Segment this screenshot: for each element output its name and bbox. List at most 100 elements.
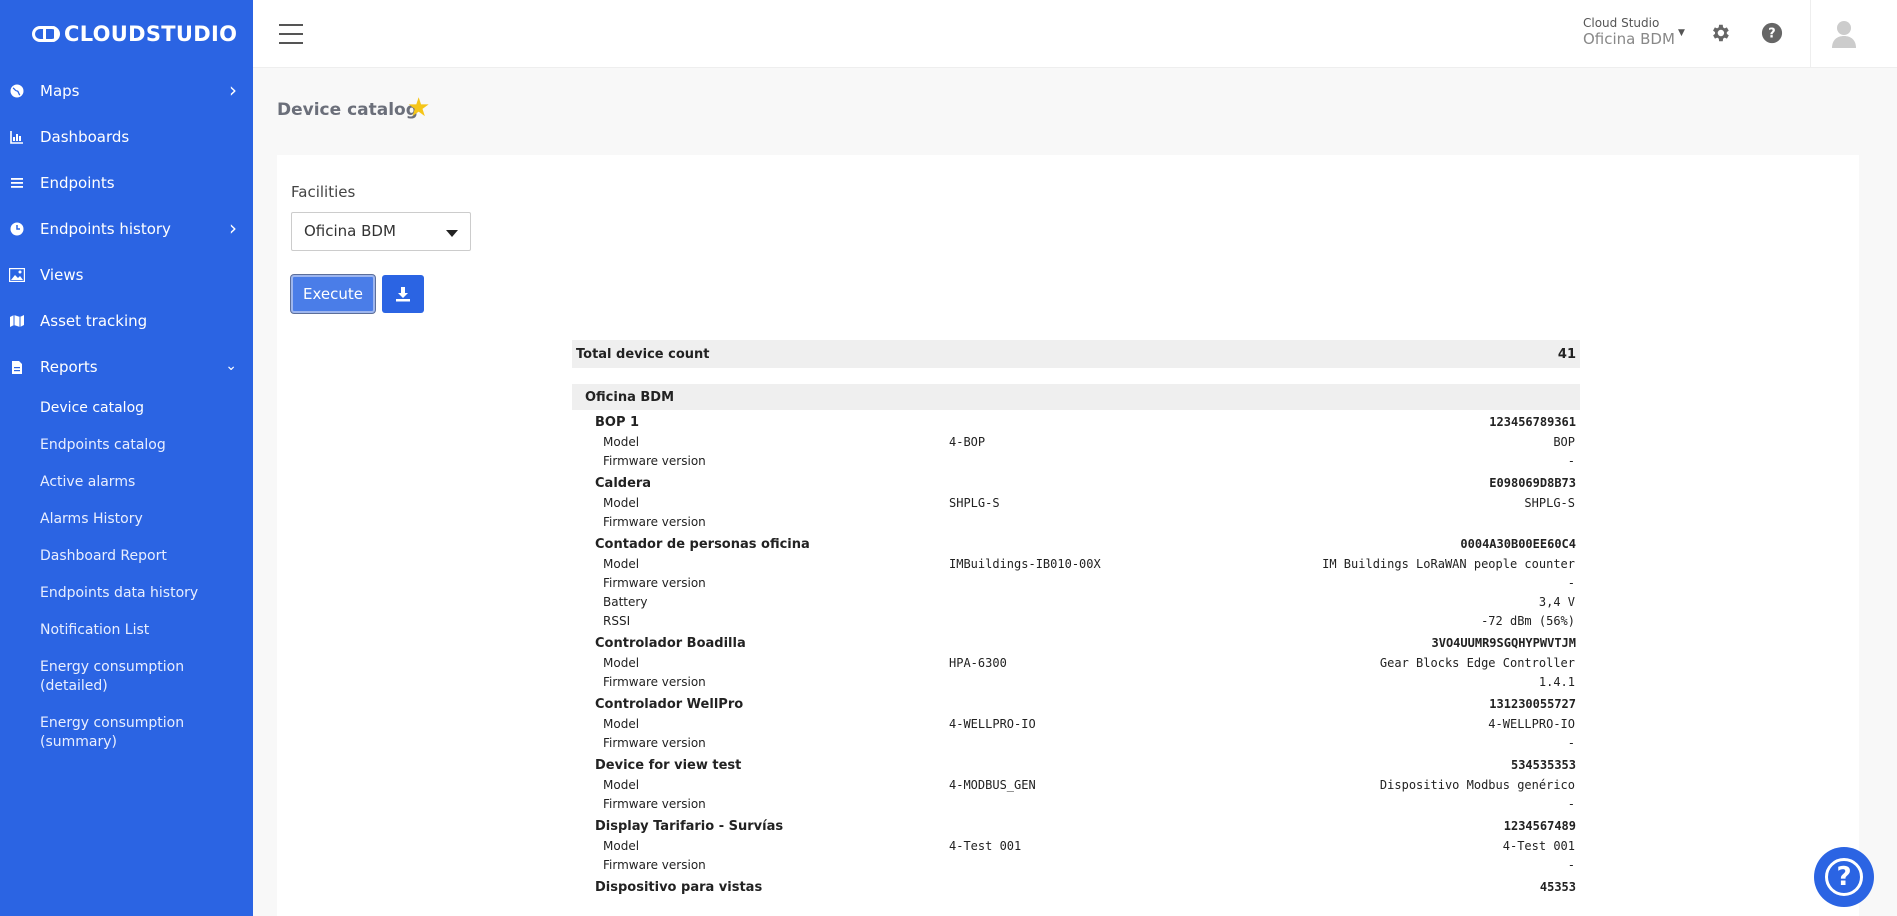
facility-select[interactable]: Oficina BDM [291, 212, 471, 251]
device-row: Caldera E098069D8B73 [572, 473, 1580, 493]
chart-icon [8, 128, 26, 146]
device-attribute-row: RSSI -72 dBm (56%) [572, 611, 1580, 630]
attribute-code: 4-WELLPRO-IO [949, 716, 1036, 731]
attribute-value: BOP [1553, 434, 1575, 449]
attribute-value: 4-Test 001 [1502, 838, 1575, 853]
device-name: Caldera [595, 475, 652, 491]
org-name-label: Oficina BDM [1583, 30, 1675, 48]
submenu-item-device-catalog[interactable]: Device catalog [0, 390, 253, 427]
sidebar-item-maps[interactable]: Maps › [0, 68, 253, 114]
reports-submenu: Device catalog Endpoints catalog Active al… [0, 390, 253, 761]
device-name: Contador de personas oficina [595, 536, 810, 552]
caret-down-icon: ▼ [1678, 28, 1685, 38]
attribute-name: Firmware version [603, 674, 706, 689]
org-parent-label: Cloud Studio [1583, 16, 1660, 30]
device-name: Device for view test [595, 757, 742, 773]
submenu-item-energy-consumption-summary[interactable]: Energy consumption (summary) [0, 705, 253, 761]
attribute-value: - [1567, 453, 1575, 468]
chevron-right-icon: › [229, 216, 237, 240]
submenu-item-endpoints-catalog[interactable]: Endpoints catalog [0, 427, 253, 464]
attribute-value: 4-WELLPRO-IO [1488, 716, 1575, 731]
page-title: Device catalog [277, 100, 418, 120]
attribute-name: Model [603, 434, 640, 449]
attribute-name: RSSI [603, 613, 631, 628]
facility-select-value: Oficina BDM [304, 222, 396, 240]
brand-logo[interactable]: CLOUDSTUDIO [0, 0, 253, 68]
attribute-code: 4-Test 001 [949, 838, 1022, 853]
sidebar-nav: Maps › Dashboards Endpoints Endpoints histor… [0, 68, 253, 761]
device-attribute-row: Firmware version 1.4.1 [572, 672, 1580, 691]
submenu-item-notification-list[interactable]: Notification List [0, 612, 253, 649]
download-button[interactable] [382, 275, 424, 313]
chevron-right-icon: › [229, 78, 237, 102]
device-serial: 131230055727 [1489, 697, 1576, 711]
attribute-value: -72 dBm (56%) [1481, 613, 1575, 628]
question-icon: ? [1825, 858, 1863, 896]
device-attribute-row: Model 4-BOP BOP [572, 432, 1580, 451]
download-icon [396, 287, 410, 302]
favorite-star-icon[interactable]: ★ [407, 93, 430, 123]
image-icon [8, 266, 26, 284]
submenu-item-dashboard-report[interactable]: Dashboard Report [0, 538, 253, 575]
device-serial: 3VO4UUMR9SGQHYPWVTJM [1431, 636, 1577, 650]
sidebar-item-label: Reports [40, 358, 98, 376]
device-serial: 123456789361 [1489, 415, 1576, 429]
device-attribute-row: Firmware version - [572, 855, 1580, 874]
device-row: Display Tarifario - Survías 1234567489 [572, 816, 1580, 836]
attribute-name: Firmware version [603, 575, 706, 590]
attribute-name: Firmware version [603, 857, 706, 872]
device-attribute-row: Model 4-MODBUS_GEN Dispositivo Modbus gené… [572, 775, 1580, 794]
total-label: Total device count [576, 346, 710, 362]
device-attribute-row: Model 4-Test 001 4-Test 001 [572, 836, 1580, 855]
help-chat-button[interactable]: ? [1814, 847, 1874, 907]
attribute-value: 3,4 V [1538, 594, 1575, 609]
file-icon [8, 358, 26, 376]
sidebar-item-label: Endpoints history [40, 220, 171, 238]
attribute-name: Firmware version [603, 735, 706, 750]
attribute-name: Model [603, 838, 640, 853]
submenu-item-alarms-history[interactable]: Alarms History [0, 501, 253, 538]
device-row: Device for view test 534535353 [572, 755, 1580, 775]
attribute-value: - [1567, 796, 1575, 811]
total-value: 41 [1557, 346, 1576, 362]
attribute-name: Battery [603, 594, 648, 609]
sidebar-item-dashboards[interactable]: Dashboards [0, 114, 253, 160]
device-serial: 534535353 [1510, 758, 1576, 772]
sidebar-item-views[interactable]: Views [0, 252, 253, 298]
attribute-value: - [1567, 857, 1575, 872]
sidebar-item-asset-tracking[interactable]: Asset tracking [0, 298, 253, 344]
sidebar-item-reports[interactable]: Reports ⌄ [0, 344, 253, 390]
sidebar-item-label: Dashboards [40, 128, 130, 146]
submenu-item-energy-consumption-detailed[interactable]: Energy consumption (detailed) [0, 649, 253, 705]
sidebar-item-label: Asset tracking [40, 312, 148, 330]
device-name: BOP 1 [595, 414, 640, 430]
attribute-name: Model [603, 556, 640, 571]
globe-icon [8, 82, 26, 100]
cloud-logo-icon [32, 26, 60, 42]
device-attribute-row: Firmware version - [572, 794, 1580, 813]
list-icon [8, 174, 26, 192]
user-menu[interactable] [1810, 0, 1876, 68]
device-name: Controlador WellPro [595, 696, 744, 712]
menu-toggle-icon[interactable] [279, 24, 303, 44]
submenu-item-active-alarms[interactable]: Active alarms [0, 464, 253, 501]
gear-icon[interactable] [1708, 22, 1732, 46]
sidebar-item-endpoints-history[interactable]: Endpoints history › [0, 206, 253, 252]
execute-button[interactable]: Execute [291, 275, 375, 313]
submenu-item-endpoints-data-history[interactable]: Endpoints data history [0, 575, 253, 612]
help-icon[interactable]: ? [1760, 22, 1784, 46]
device-catalog-report: Total device count 41 Oficina BDM BOP 1 1… [572, 340, 1580, 897]
device-serial: 0004A30B00EE60C4 [1460, 537, 1576, 551]
attribute-value: - [1567, 735, 1575, 750]
chevron-down-icon: ⌄ [225, 358, 237, 374]
device-serial: 1234567489 [1503, 819, 1576, 833]
device-row: Controlador Boadilla 3VO4UUMR9SGQHYPWVTJM [572, 633, 1580, 653]
brand-name: CLOUDSTUDIO [64, 22, 238, 46]
topbar: Cloud Studio Oficina BDM ▼ ? [253, 0, 1897, 68]
clock-icon [8, 220, 26, 238]
sidebar-item-endpoints[interactable]: Endpoints [0, 160, 253, 206]
device-row: Controlador WellPro 131230055727 [572, 694, 1580, 714]
attribute-value: SHPLG-S [1524, 495, 1575, 510]
org-switcher[interactable]: Cloud Studio Oficina BDM ▼ [1583, 16, 1685, 48]
map-icon [8, 312, 26, 330]
